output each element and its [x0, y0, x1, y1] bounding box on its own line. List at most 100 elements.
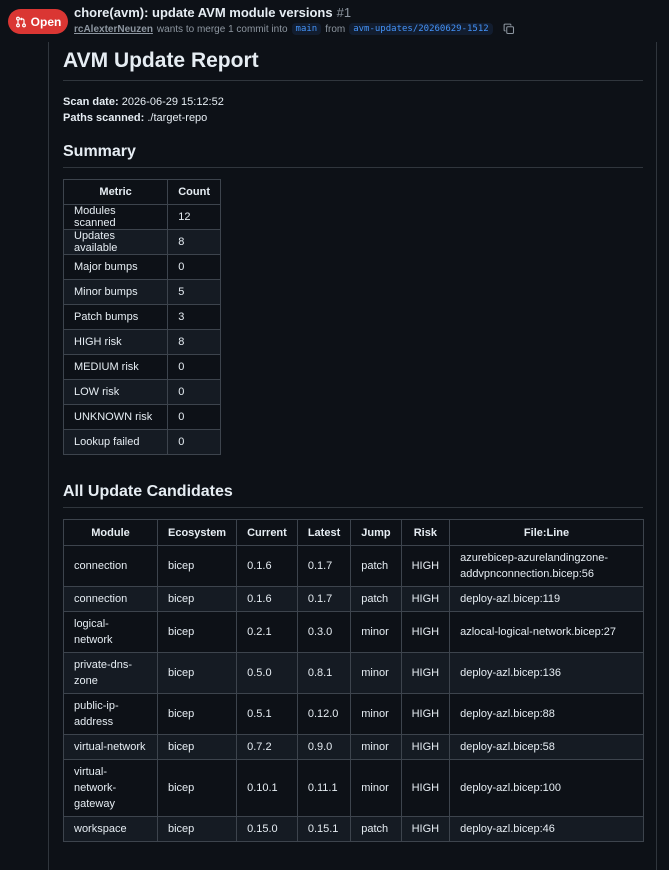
- copy-icon[interactable]: [503, 23, 515, 35]
- author-link[interactable]: rcAlexterNeuzen: [74, 24, 153, 35]
- paths-label: Paths scanned:: [63, 112, 145, 124]
- jump-cell: minor: [350, 693, 402, 735]
- file-line-cell: deploy-azl.bicep:88: [449, 693, 644, 735]
- paths-value: ./target-repo: [147, 112, 208, 124]
- risk-cell: HIGH: [400, 759, 451, 817]
- pr-number: #1: [336, 5, 352, 20]
- summary-count-cell: 0: [167, 379, 221, 405]
- scan-date-line: Scan date: 2026-06-29 15:12:52: [63, 94, 224, 110]
- summary-metric-cell: Patch bumps: [62, 304, 169, 330]
- summary-row: Minor bumps 5: [62, 279, 221, 305]
- module-cell: virtual-network: [63, 734, 158, 760]
- latest-cell: 0.12.0: [296, 693, 352, 735]
- candidate-row: connection bicep 0.1.6 0.1.7 patch HIGH azureb…: [63, 545, 644, 587]
- summary-count-cell: 0: [167, 404, 221, 430]
- current-cell: 0.5.1: [236, 693, 298, 735]
- file-line-cell: deploy-azl.bicep:58: [449, 734, 644, 760]
- summary-metric-cell: Lookup failed: [62, 429, 169, 455]
- jump-cell: patch: [350, 545, 402, 587]
- jump-cell: minor: [350, 734, 402, 760]
- summary-metric-cell: Minor bumps: [62, 279, 169, 305]
- latest-cell: 0.9.0: [296, 734, 352, 760]
- summary-metric-cell: Modules scanned: [62, 204, 169, 230]
- module-cell: private-dns-zone: [63, 652, 158, 694]
- ecosystem-cell: bicep: [156, 545, 238, 587]
- risk-cell: HIGH: [400, 545, 451, 587]
- summary-col-metric: Metric: [62, 179, 169, 205]
- base-branch-link[interactable]: main: [291, 23, 322, 35]
- pr-title-text: chore(avm): update AVM module versions: [74, 5, 333, 20]
- risk-cell: HIGH: [400, 693, 451, 735]
- risk-cell: HIGH: [400, 734, 451, 760]
- file-line-cell: deploy-azl.bicep:100: [449, 759, 644, 817]
- paths-line: Paths scanned: ./target-repo: [63, 110, 207, 126]
- latest-cell: 0.8.1: [296, 652, 352, 694]
- summary-count-cell: 8: [167, 329, 221, 355]
- summary-count-cell: 0: [167, 429, 221, 455]
- risk-cell: HIGH: [400, 652, 451, 694]
- summary-row: Updates available 8: [62, 229, 221, 255]
- candidate-row: private-dns-zone bicep 0.5.0 0.8.1 minor HIGH…: [63, 652, 644, 694]
- latest-cell: 0.15.1: [296, 816, 352, 842]
- summary-count-cell: 12: [167, 204, 221, 230]
- summary-heading: Summary: [63, 141, 643, 168]
- file-line-cell: deploy-azl.bicep:119: [449, 586, 644, 612]
- current-cell: 0.1.6: [236, 545, 298, 587]
- file-line-cell: deploy-azl.bicep:136: [449, 652, 644, 694]
- risk-cell: HIGH: [400, 816, 451, 842]
- module-cell: virtual-network-gateway: [63, 759, 158, 817]
- summary-row: Patch bumps 3: [62, 304, 221, 330]
- summary-metric-cell: UNKNOWN risk: [62, 404, 169, 430]
- current-cell: 0.1.6: [236, 586, 298, 612]
- markdown-body: AVM Update Report Scan date: 2026-06-29 …: [62, 42, 644, 842]
- summary-count-cell: 0: [167, 354, 221, 380]
- scan-date-value: 2026-06-29 15:12:52: [121, 96, 224, 108]
- col-module: Module: [63, 519, 158, 546]
- candidate-row: logical-network bicep 0.2.1 0.3.0 minor HIGH a…: [63, 611, 644, 653]
- ecosystem-cell: bicep: [156, 611, 238, 653]
- summary-header-row: Metric Count: [62, 179, 221, 205]
- ecosystem-cell: bicep: [156, 693, 238, 735]
- candidate-row: connection bicep 0.1.6 0.1.7 patch HIGH deploy…: [63, 586, 644, 612]
- summary-metric-cell: HIGH risk: [62, 329, 169, 355]
- summary-count-cell: 5: [167, 279, 221, 305]
- col-risk: Risk: [400, 519, 451, 546]
- pr-meta: rcAlexterNeuzen wants to merge 1 commit …: [74, 23, 515, 35]
- risk-cell: HIGH: [400, 586, 451, 612]
- summary-count-cell: 3: [167, 304, 221, 330]
- current-cell: 0.7.2: [236, 734, 298, 760]
- candidate-row: virtual-network bicep 0.7.2 0.9.0 minor HIGH d…: [63, 734, 644, 760]
- summary-metric-cell: LOW risk: [62, 379, 169, 405]
- from-text: from: [325, 23, 346, 35]
- pr-title: chore(avm): update AVM module versions #1: [74, 5, 351, 20]
- jump-cell: minor: [350, 652, 402, 694]
- current-cell: 0.10.1: [236, 759, 298, 817]
- current-cell: 0.5.0: [236, 652, 298, 694]
- file-line-cell: deploy-azl.bicep:46: [449, 816, 644, 842]
- head-branch-link[interactable]: avm-updates/20260629-1512: [349, 23, 493, 35]
- summary-row: MEDIUM risk 0: [62, 354, 221, 380]
- ecosystem-cell: bicep: [156, 816, 238, 842]
- scan-date-label: Scan date:: [63, 96, 119, 108]
- current-cell: 0.15.0: [236, 816, 298, 842]
- candidate-row: public-ip-address bicep 0.5.1 0.12.0 minor HI…: [63, 693, 644, 735]
- col-file-line: File:Line: [449, 519, 644, 546]
- module-cell: workspace: [63, 816, 158, 842]
- report-title: AVM Update Report: [63, 42, 643, 81]
- summary-metric-cell: Updates available: [62, 229, 169, 255]
- pr-header: Open chore(avm): update AVM module versi…: [0, 0, 669, 42]
- git-pull-request-icon: [15, 16, 26, 27]
- pr-body: AVM Update Report Scan date: 2026-06-29 …: [48, 42, 657, 870]
- summary-row: HIGH risk 8: [62, 329, 221, 355]
- latest-cell: 0.1.7: [296, 545, 352, 587]
- latest-cell: 0.11.1: [296, 759, 352, 817]
- candidate-row: virtual-network-gateway bicep 0.10.1 0.11.1…: [63, 759, 644, 817]
- summary-metric-cell: Major bumps: [62, 254, 169, 280]
- summary-table: Metric Count Modules scanned 12 Updates av…: [62, 179, 221, 455]
- pr-state-label: Open: [30, 14, 62, 29]
- col-current: Current: [236, 519, 298, 546]
- file-line-cell: azlocal-logical-network.bicep:27: [449, 611, 644, 653]
- module-cell: connection: [63, 586, 158, 612]
- jump-cell: patch: [350, 816, 402, 842]
- summary-row: Lookup failed 0: [62, 429, 221, 455]
